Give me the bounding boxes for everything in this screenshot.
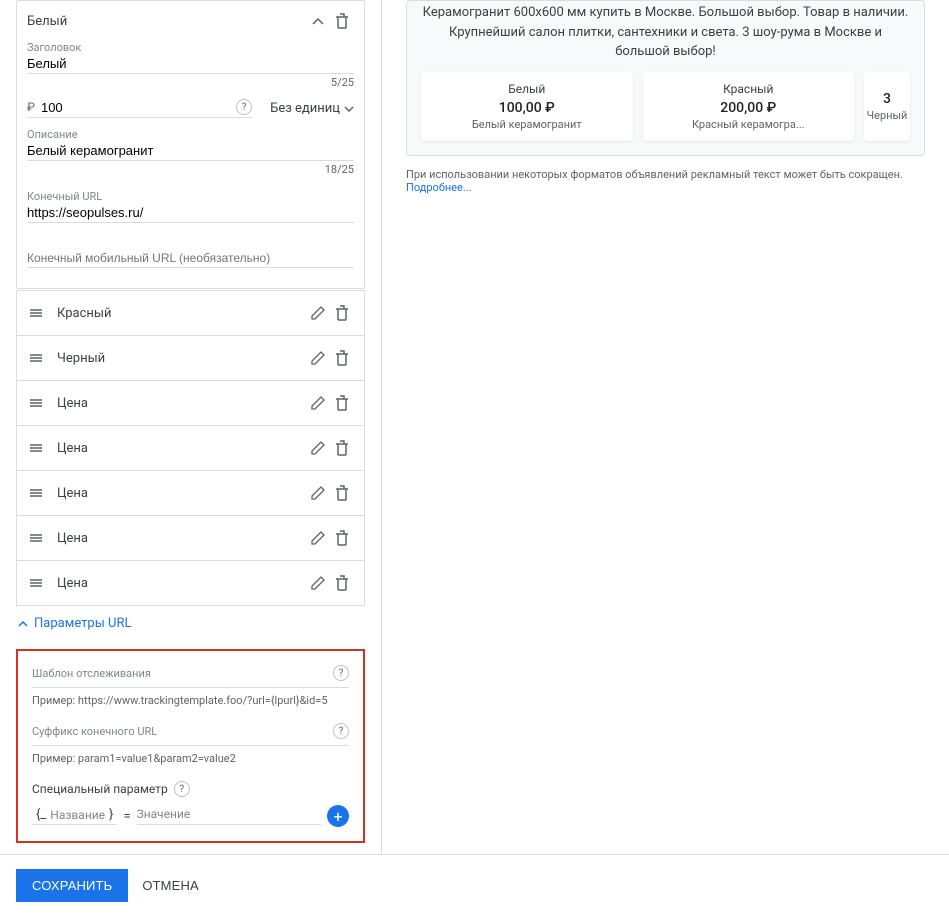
additional-settings-toggle[interactable]: Дополнительные настройки — [16, 847, 365, 854]
edit-icon[interactable] — [306, 526, 330, 550]
preview-disclaimer: При использовании некоторых форматов объ… — [406, 168, 925, 194]
expanded-item-white: Белый Заголовок 5/25 ₽ — [16, 0, 365, 289]
ad-preview-text: Керамогранит 600х600 мм купить в Москве.… — [421, 1, 910, 72]
drag-handle-icon[interactable] — [27, 488, 45, 498]
drag-handle-icon[interactable] — [27, 533, 45, 543]
edit-icon[interactable] — [306, 391, 330, 415]
description-label: Описание — [27, 128, 354, 141]
mobile-url-input[interactable] — [27, 251, 354, 265]
footer: СОХРАНИТЬ ОТМЕНА — [0, 854, 949, 916]
help-icon[interactable]: ? — [174, 781, 190, 797]
delete-icon[interactable] — [330, 526, 354, 550]
edit-icon[interactable] — [306, 481, 330, 505]
description-counter: 18/25 — [27, 163, 354, 176]
collapsed-item: Цена — [16, 380, 365, 426]
special-param-label: Специальный параметр — [32, 782, 168, 796]
url-params-panel: Шаблон отслеживания ? Пример: https://ww… — [16, 649, 365, 843]
price-input[interactable] — [41, 100, 236, 115]
save-button[interactable]: СОХРАНИТЬ — [16, 869, 128, 902]
item-label: Цена — [57, 576, 306, 591]
preview-tile: Красный 200,00 ₽ Красный керамогра... — [643, 72, 855, 141]
edit-icon[interactable] — [306, 436, 330, 460]
drag-handle-icon[interactable] — [27, 443, 45, 453]
delete-icon[interactable] — [330, 571, 354, 595]
final-url-label: Конечный URL — [27, 190, 354, 203]
item-label: Черный — [57, 351, 306, 366]
collapsed-item: Красный — [16, 290, 365, 336]
item-label: Цена — [57, 441, 306, 456]
param-name-input[interactable]: {_ Название } — [32, 807, 117, 825]
url-suffix-input[interactable] — [32, 745, 349, 746]
collapsed-item: Черный — [16, 335, 365, 381]
delete-icon[interactable] — [330, 391, 354, 415]
param-value-input[interactable]: Значение — [137, 807, 321, 825]
units-select[interactable]: Без единиц — [270, 101, 354, 116]
collapsed-item: Цена — [16, 560, 365, 606]
item-label: Цена — [57, 531, 306, 546]
tracking-template-input[interactable] — [32, 687, 349, 688]
delete-icon[interactable] — [330, 301, 354, 325]
collapsed-item: Цена — [16, 425, 365, 471]
item-label: Цена — [57, 396, 306, 411]
edit-icon[interactable] — [306, 301, 330, 325]
cancel-button[interactable]: ОТМЕНА — [142, 878, 199, 893]
delete-icon[interactable] — [330, 9, 354, 33]
expanded-item-title: Белый — [27, 14, 306, 29]
delete-icon[interactable] — [330, 436, 354, 460]
learn-more-link[interactable]: Подробнее... — [406, 181, 472, 194]
drag-handle-icon[interactable] — [27, 578, 45, 588]
headline-counter: 5/25 — [27, 76, 354, 89]
ad-preview: Керамогранит 600х600 мм купить в Москве.… — [406, 0, 925, 156]
delete-icon[interactable] — [330, 481, 354, 505]
collapsed-item: Цена — [16, 515, 365, 561]
url-suffix-label: Суффикс конечного URL — [32, 725, 333, 738]
delete-icon[interactable] — [330, 346, 354, 370]
collapse-icon[interactable] — [306, 9, 330, 33]
drag-handle-icon[interactable] — [27, 353, 45, 363]
headline-label: Заголовок — [27, 41, 354, 54]
preview-tile-partial: 3 Черный — [864, 72, 910, 141]
currency-symbol: ₽ — [27, 100, 35, 114]
url-params-label: Параметры URL — [34, 616, 132, 631]
description-input[interactable] — [27, 143, 354, 158]
headline-input[interactable] — [27, 56, 354, 71]
preview-tile: Белый 100,00 ₽ Белый керамогранит — [421, 72, 633, 141]
add-param-button[interactable]: + — [327, 805, 349, 827]
url-suffix-example: Пример: param1=value1&param2=value2 — [32, 752, 349, 765]
tracking-template-label: Шаблон отслеживания — [32, 667, 333, 680]
edit-icon[interactable] — [306, 346, 330, 370]
url-params-toggle[interactable]: Параметры URL — [16, 606, 365, 641]
help-icon[interactable]: ? — [333, 723, 349, 739]
help-icon[interactable]: ? — [236, 99, 252, 115]
final-url-input[interactable] — [27, 205, 354, 220]
collapsed-item: Цена — [16, 470, 365, 516]
tracking-template-example: Пример: https://www.trackingtemplate.foo… — [32, 694, 349, 707]
help-icon[interactable]: ? — [333, 665, 349, 681]
drag-handle-icon[interactable] — [27, 308, 45, 318]
item-label: Красный — [57, 306, 306, 321]
units-label: Без единиц — [270, 101, 340, 116]
item-label: Цена — [57, 486, 306, 501]
edit-icon[interactable] — [306, 571, 330, 595]
drag-handle-icon[interactable] — [27, 398, 45, 408]
